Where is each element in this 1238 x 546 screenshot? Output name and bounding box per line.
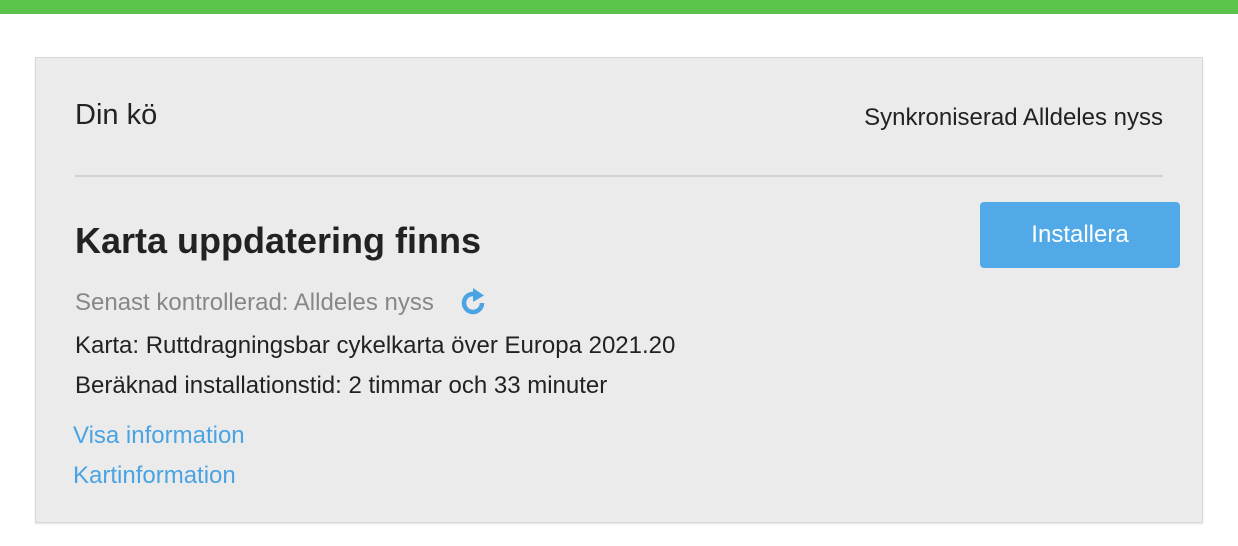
- view-details-link[interactable]: Visa information: [73, 422, 245, 450]
- top-accent-bar: [0, 0, 1238, 14]
- sync-status: Synkroniserad Alldeles nyss: [864, 104, 1163, 131]
- divider: [75, 175, 1163, 177]
- map-name-line: Karta: Ruttdragningsbar cykelkarta över …: [75, 332, 676, 359]
- refresh-icon[interactable]: [456, 286, 490, 320]
- install-time-line: Beräknad installationstid: 2 timmar och …: [75, 372, 608, 399]
- last-checked-text: Senast kontrollerad: Alldeles nyss: [75, 289, 434, 316]
- update-title: Karta uppdatering finns: [75, 220, 482, 261]
- queue-panel: Din kö Synkroniserad Alldeles nyss Karta…: [35, 57, 1203, 523]
- last-checked-row: Senast kontrollerad: Alldeles nyss: [75, 283, 490, 323]
- map-info-link[interactable]: Kartinformation: [73, 462, 236, 490]
- queue-title: Din kö: [75, 99, 158, 131]
- install-button[interactable]: Installera: [980, 202, 1180, 268]
